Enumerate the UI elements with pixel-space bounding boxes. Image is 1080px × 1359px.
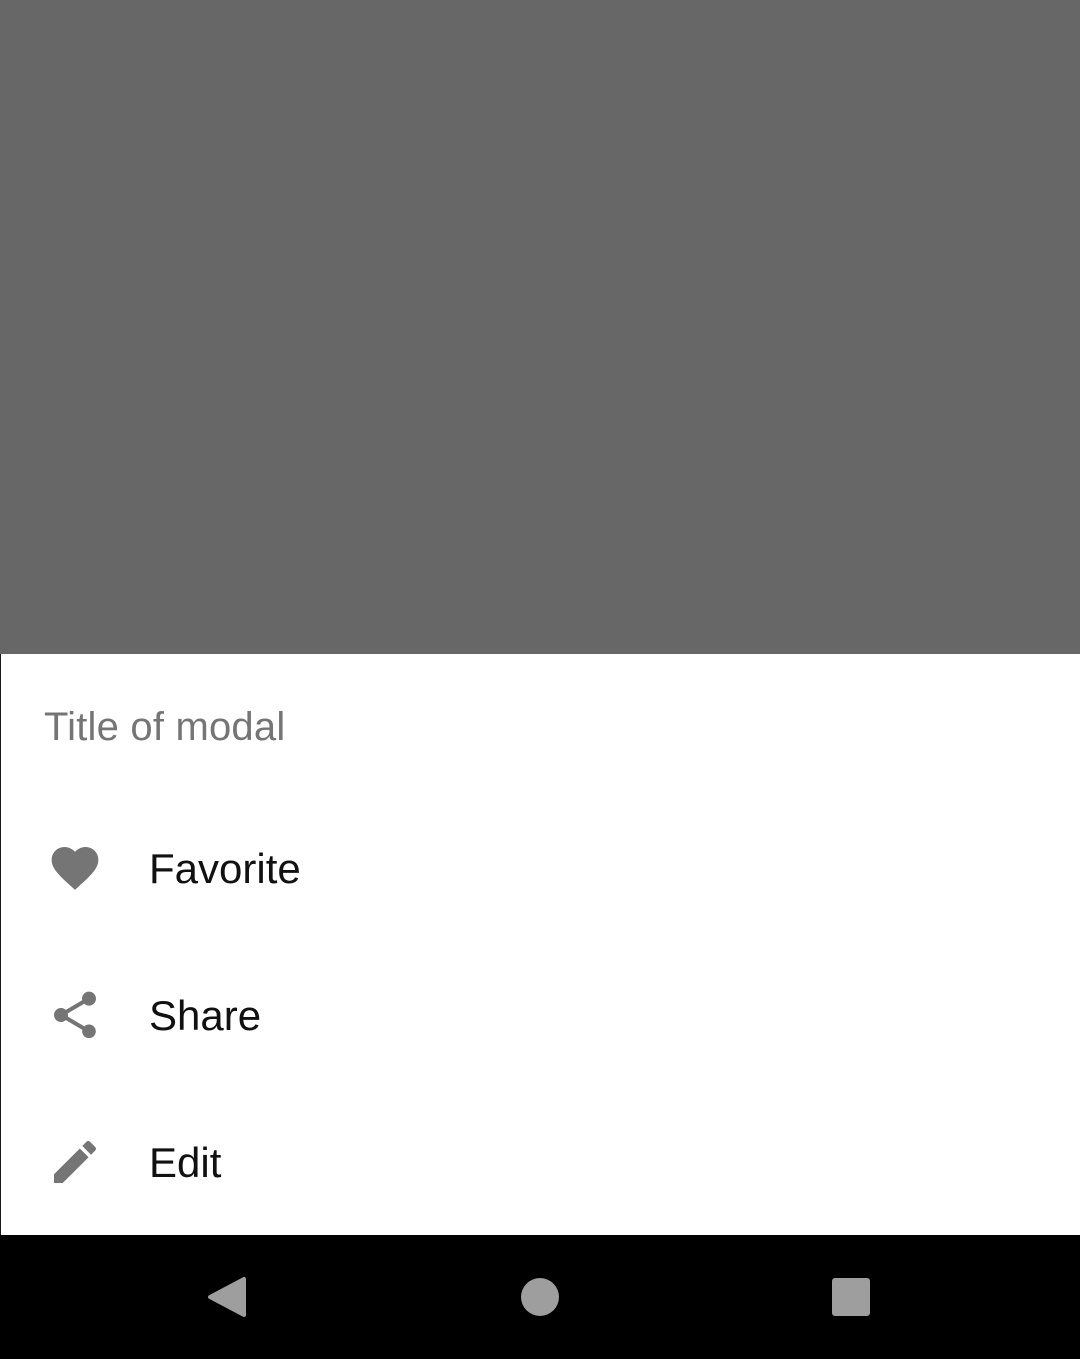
modal-scrim[interactable]: [0, 0, 1080, 654]
bottom-sheet: Title of modal Favorite Share Edit: [1, 654, 1080, 1235]
recents-square-icon: [811, 1257, 891, 1337]
menu-item-favorite[interactable]: Favorite: [1, 796, 1080, 943]
menu-item-edit[interactable]: Edit: [1, 1090, 1080, 1237]
nav-back-button[interactable]: [186, 1257, 266, 1337]
modal-title: Title of modal: [44, 705, 286, 749]
home-circle-icon: [500, 1257, 580, 1337]
share-icon: [47, 987, 103, 1043]
menu-item-label: Favorite: [149, 845, 301, 892]
menu-item-label: Share: [149, 992, 262, 1039]
menu-item-label: Edit: [149, 1139, 222, 1186]
menu-item-share[interactable]: Share: [1, 943, 1080, 1090]
heart-icon: [47, 840, 103, 896]
back-triangle-icon: [186, 1257, 266, 1337]
pencil-icon: [47, 1134, 103, 1190]
nav-home-button[interactable]: [500, 1257, 580, 1337]
nav-recents-button[interactable]: [811, 1257, 891, 1337]
screen: Title of modal Favorite Share Edit: [0, 0, 1080, 1359]
system-navigation-bar: [0, 1235, 1080, 1359]
